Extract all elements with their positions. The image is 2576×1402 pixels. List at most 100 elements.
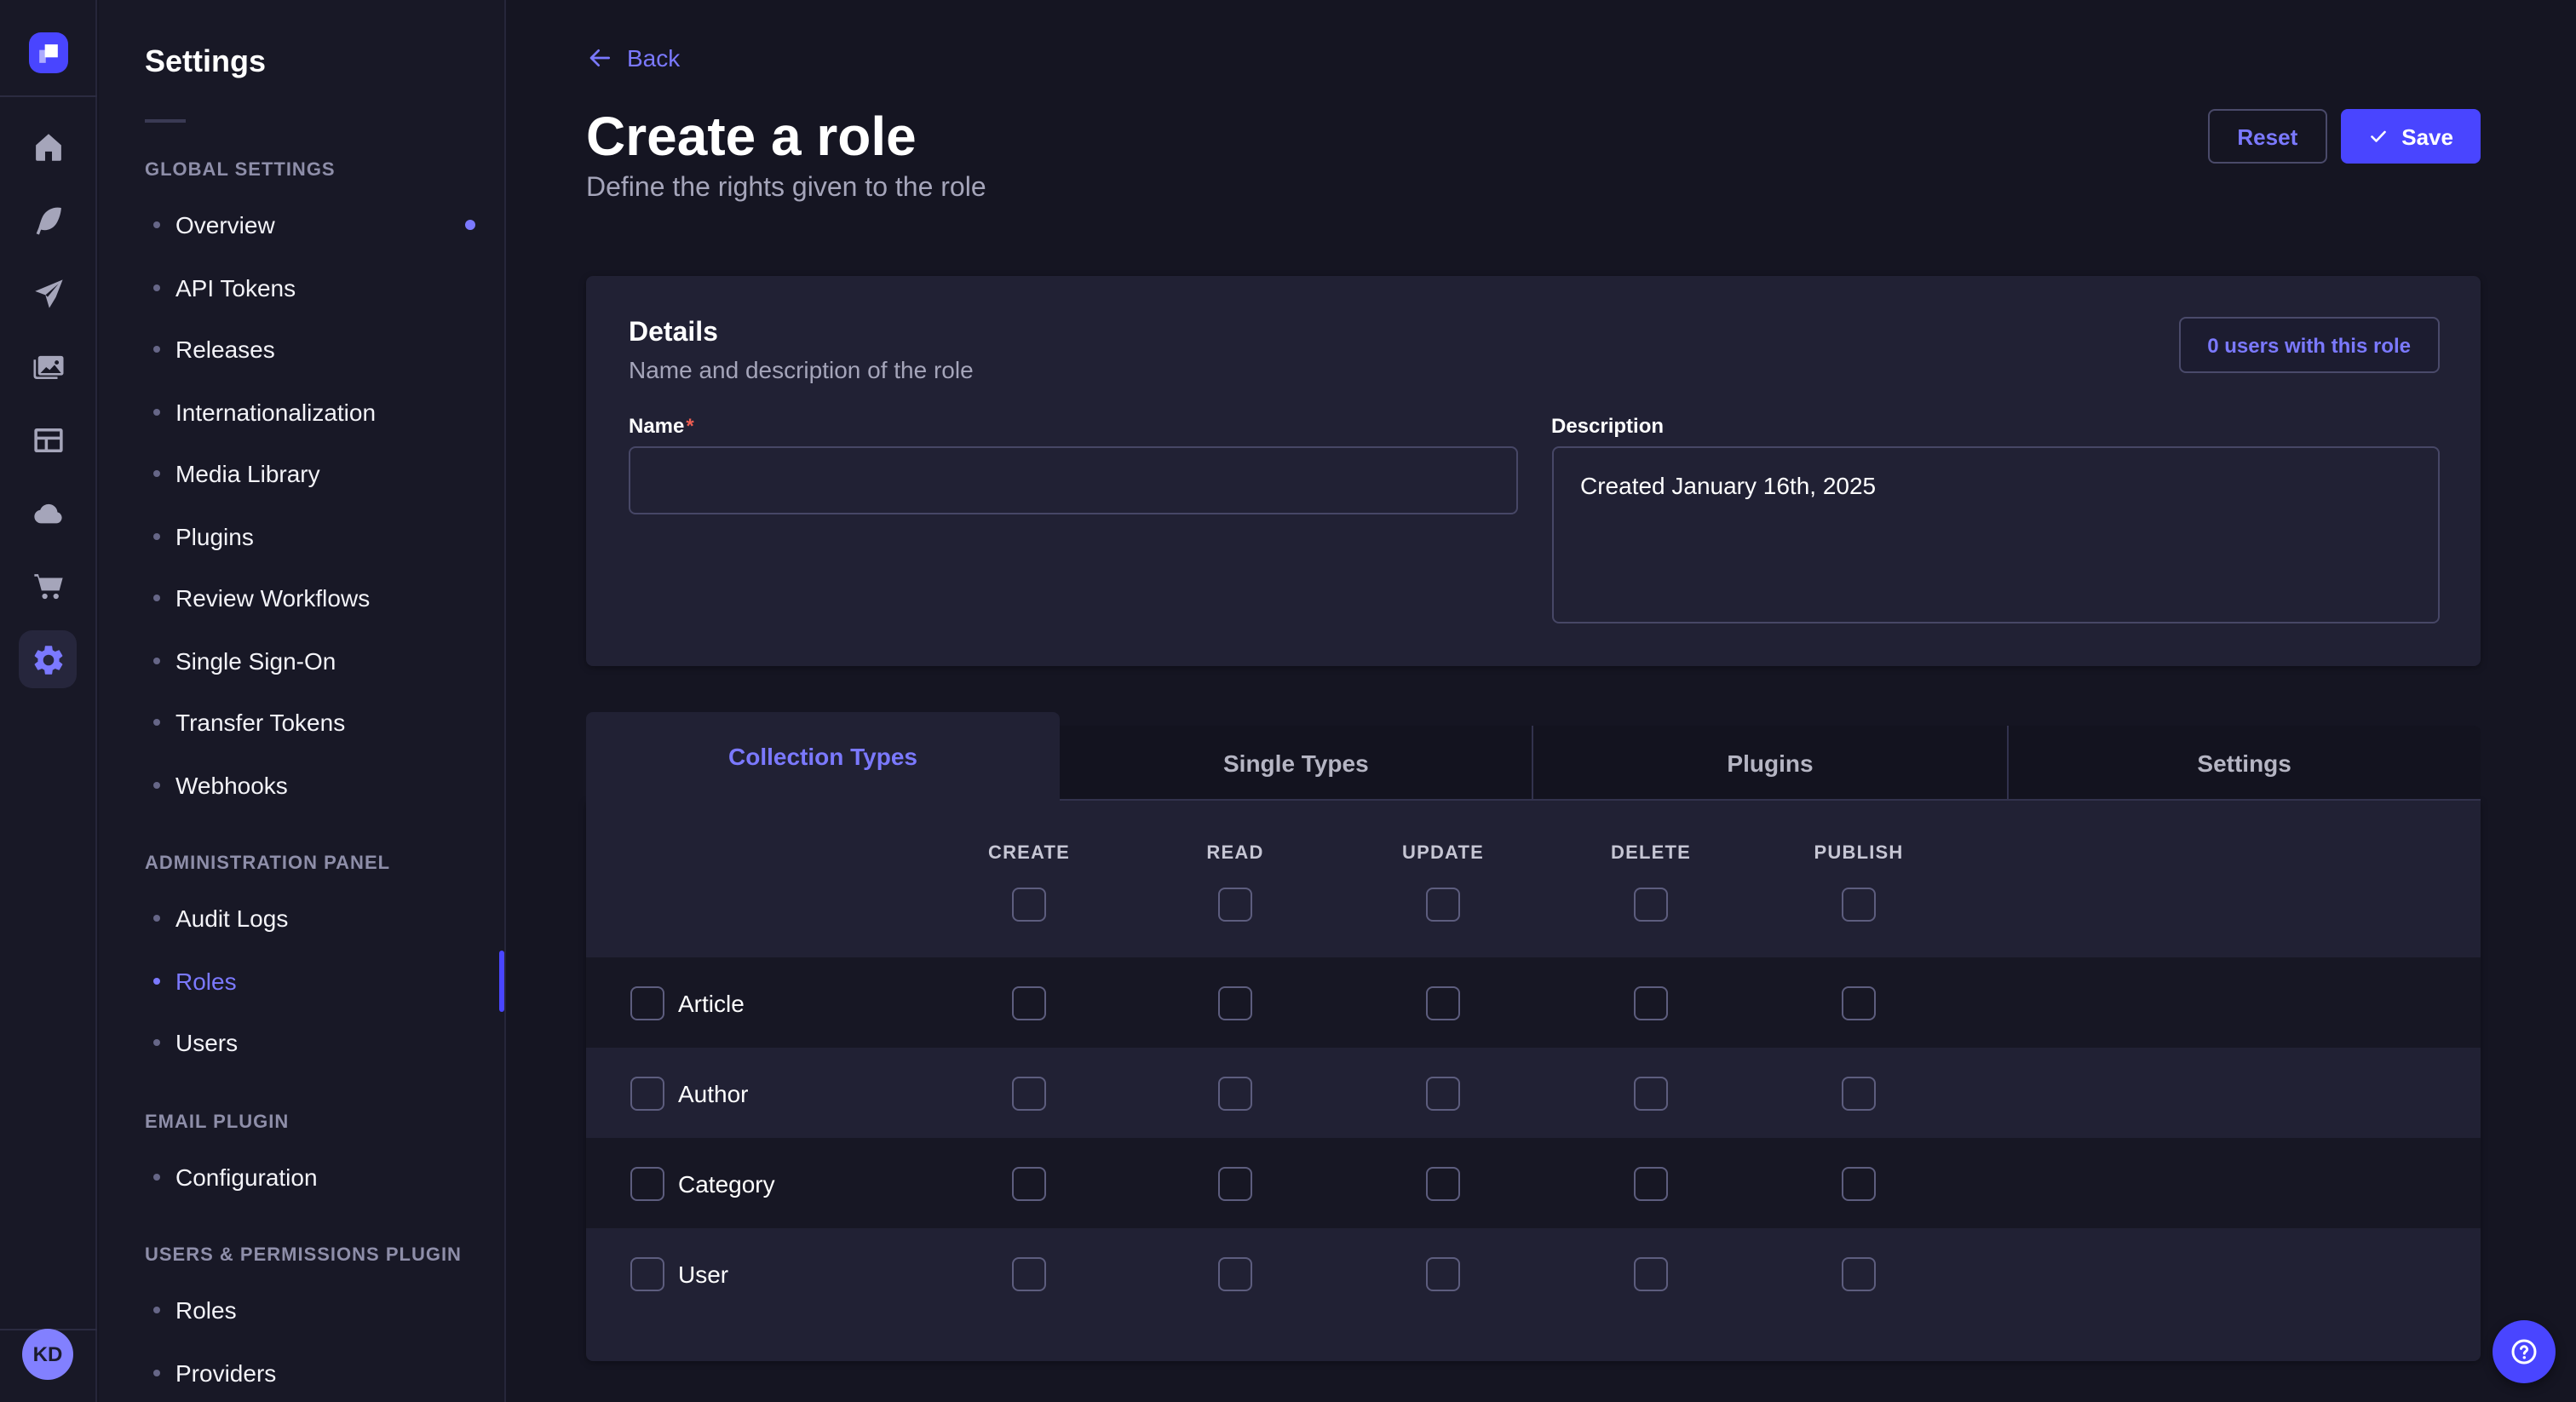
layout-icon[interactable] (14, 405, 82, 474)
author-publish-checkbox[interactable] (1842, 1076, 1876, 1110)
help-icon (2508, 1336, 2540, 1368)
sidebar-item-plugins[interactable]: Plugins (145, 505, 504, 567)
bullet-icon (153, 658, 160, 664)
category-row-checkbox[interactable] (630, 1166, 664, 1200)
author-delete-checkbox[interactable] (1634, 1076, 1668, 1110)
column-read: READ (1206, 843, 1263, 864)
paper-plane-icon[interactable] (14, 259, 82, 327)
strapi-logo-glyph (37, 42, 59, 64)
sidebar-item-configuration[interactable]: Configuration (145, 1146, 504, 1208)
back-link[interactable]: Back (586, 44, 680, 72)
sidebar-item-overview[interactable]: Overview (145, 194, 504, 256)
tab-plugins[interactable]: Plugins (1534, 726, 2007, 799)
sidebar-item-releases[interactable]: Releases (145, 319, 504, 381)
bullet-icon (153, 533, 160, 540)
user-update-checkbox[interactable] (1426, 1256, 1460, 1290)
details-subtitle: Name and description of the role (629, 354, 974, 385)
section-global-settings: GLOBAL SETTINGS (145, 158, 504, 182)
bullet-icon (153, 471, 160, 478)
article-delete-checkbox[interactable] (1634, 985, 1668, 1020)
sidebar-item-media-library[interactable]: Media Library (145, 443, 504, 505)
select-all-delete-checkbox[interactable] (1634, 888, 1668, 922)
strapi-logo[interactable] (28, 32, 67, 73)
select-all-update-checkbox[interactable] (1426, 888, 1460, 922)
feather-icon[interactable] (14, 186, 82, 254)
role-description-textarea[interactable]: Created January 16th, 2025 (1551, 446, 2440, 623)
tab-single-types[interactable]: Single Types (1060, 726, 1532, 799)
author-row-checkbox[interactable] (630, 1076, 664, 1110)
sidebar-item-api-tokens[interactable]: API Tokens (145, 256, 504, 319)
required-asterisk: * (686, 414, 693, 438)
article-row-checkbox[interactable] (630, 985, 664, 1020)
section-administration-panel: ADMINISTRATION PANEL (145, 852, 504, 876)
sidebar-item-roles-admin[interactable]: Roles (145, 950, 504, 1012)
sidebar-item-providers[interactable]: Providers (145, 1342, 504, 1402)
user-publish-checkbox[interactable] (1842, 1256, 1876, 1290)
avatar[interactable]: KD (22, 1329, 73, 1380)
tab-settings[interactable]: Settings (2008, 726, 2481, 799)
column-create: CREATE (988, 843, 1070, 864)
column-update: UPDATE (1402, 843, 1484, 864)
help-button[interactable] (2493, 1320, 2556, 1383)
sidebar-item-review-workflows[interactable]: Review Workflows (145, 567, 504, 629)
bullet-icon (153, 782, 160, 789)
category-publish-checkbox[interactable] (1842, 1166, 1876, 1200)
author-create-checkbox[interactable] (1012, 1076, 1046, 1110)
page-subtitle: Define the rights given to the role (586, 174, 2481, 204)
check-icon (2367, 126, 2388, 147)
permissions-tabbar: Collection Types Single Types Plugins Se… (586, 712, 2481, 801)
app-rail: KD (0, 0, 97, 1402)
sidebar-item-transfer-tokens[interactable]: Transfer Tokens (145, 692, 504, 754)
details-title: Details (629, 317, 974, 351)
details-card: Details Name and description of the role… (586, 276, 2481, 666)
main-content: Back Create a role Reset Save Define (506, 0, 2576, 1402)
select-all-publish-checkbox[interactable] (1842, 888, 1876, 922)
sidebar-item-roles-up[interactable]: Roles (145, 1279, 504, 1342)
role-name-input[interactable] (629, 446, 1517, 514)
user-row-checkbox[interactable] (630, 1256, 664, 1290)
sidebar-item-users[interactable]: Users (145, 1012, 504, 1074)
gear-icon[interactable] (19, 630, 77, 688)
media-library-icon[interactable] (14, 332, 82, 400)
author-update-checkbox[interactable] (1426, 1076, 1460, 1110)
save-button[interactable]: Save (2340, 109, 2481, 164)
bullet-icon (153, 916, 160, 922)
article-update-checkbox[interactable] (1426, 985, 1460, 1020)
user-delete-checkbox[interactable] (1634, 1256, 1668, 1290)
author-read-checkbox[interactable] (1218, 1076, 1252, 1110)
permission-row-user: User (586, 1228, 2481, 1319)
article-publish-checkbox[interactable] (1842, 985, 1876, 1020)
user-create-checkbox[interactable] (1012, 1256, 1046, 1290)
user-read-checkbox[interactable] (1218, 1256, 1252, 1290)
bullet-icon (153, 978, 160, 985)
name-label: Name* (629, 412, 1517, 440)
category-create-checkbox[interactable] (1012, 1166, 1046, 1200)
cloud-icon[interactable] (14, 479, 82, 547)
back-arrow-icon (586, 44, 613, 72)
category-read-checkbox[interactable] (1218, 1166, 1252, 1200)
category-update-checkbox[interactable] (1426, 1166, 1460, 1200)
bullet-icon (153, 222, 160, 229)
permissions-header: CREATE READ UPDATE DELETE PUBLISH (586, 801, 2481, 957)
cart-icon[interactable] (14, 552, 82, 620)
bullet-icon (153, 409, 160, 416)
sidebar-item-single-sign-on[interactable]: Single Sign-On (145, 629, 504, 692)
rail-divider (0, 95, 96, 97)
select-all-create-checkbox[interactable] (1012, 888, 1046, 922)
sidebar-item-internationalization[interactable]: Internationalization (145, 381, 504, 443)
bullet-icon (153, 1040, 160, 1047)
home-icon[interactable] (14, 112, 82, 181)
tab-collection-types[interactable]: Collection Types (586, 712, 1060, 801)
reset-button[interactable]: Reset (2208, 109, 2326, 164)
sidebar-item-webhooks[interactable]: Webhooks (145, 754, 504, 816)
article-create-checkbox[interactable] (1012, 985, 1046, 1020)
article-read-checkbox[interactable] (1218, 985, 1252, 1020)
section-users-permissions-plugin: USERS & PERMISSIONS PLUGIN (145, 1244, 504, 1267)
section-email-plugin: EMAIL PLUGIN (145, 1110, 504, 1134)
sidebar-item-audit-logs[interactable]: Audit Logs (145, 888, 504, 950)
users-with-role-button[interactable]: 0 users with this role (2178, 317, 2440, 373)
bullet-icon (153, 720, 160, 727)
category-delete-checkbox[interactable] (1634, 1166, 1668, 1200)
bullet-icon (153, 1174, 160, 1181)
select-all-read-checkbox[interactable] (1218, 888, 1252, 922)
